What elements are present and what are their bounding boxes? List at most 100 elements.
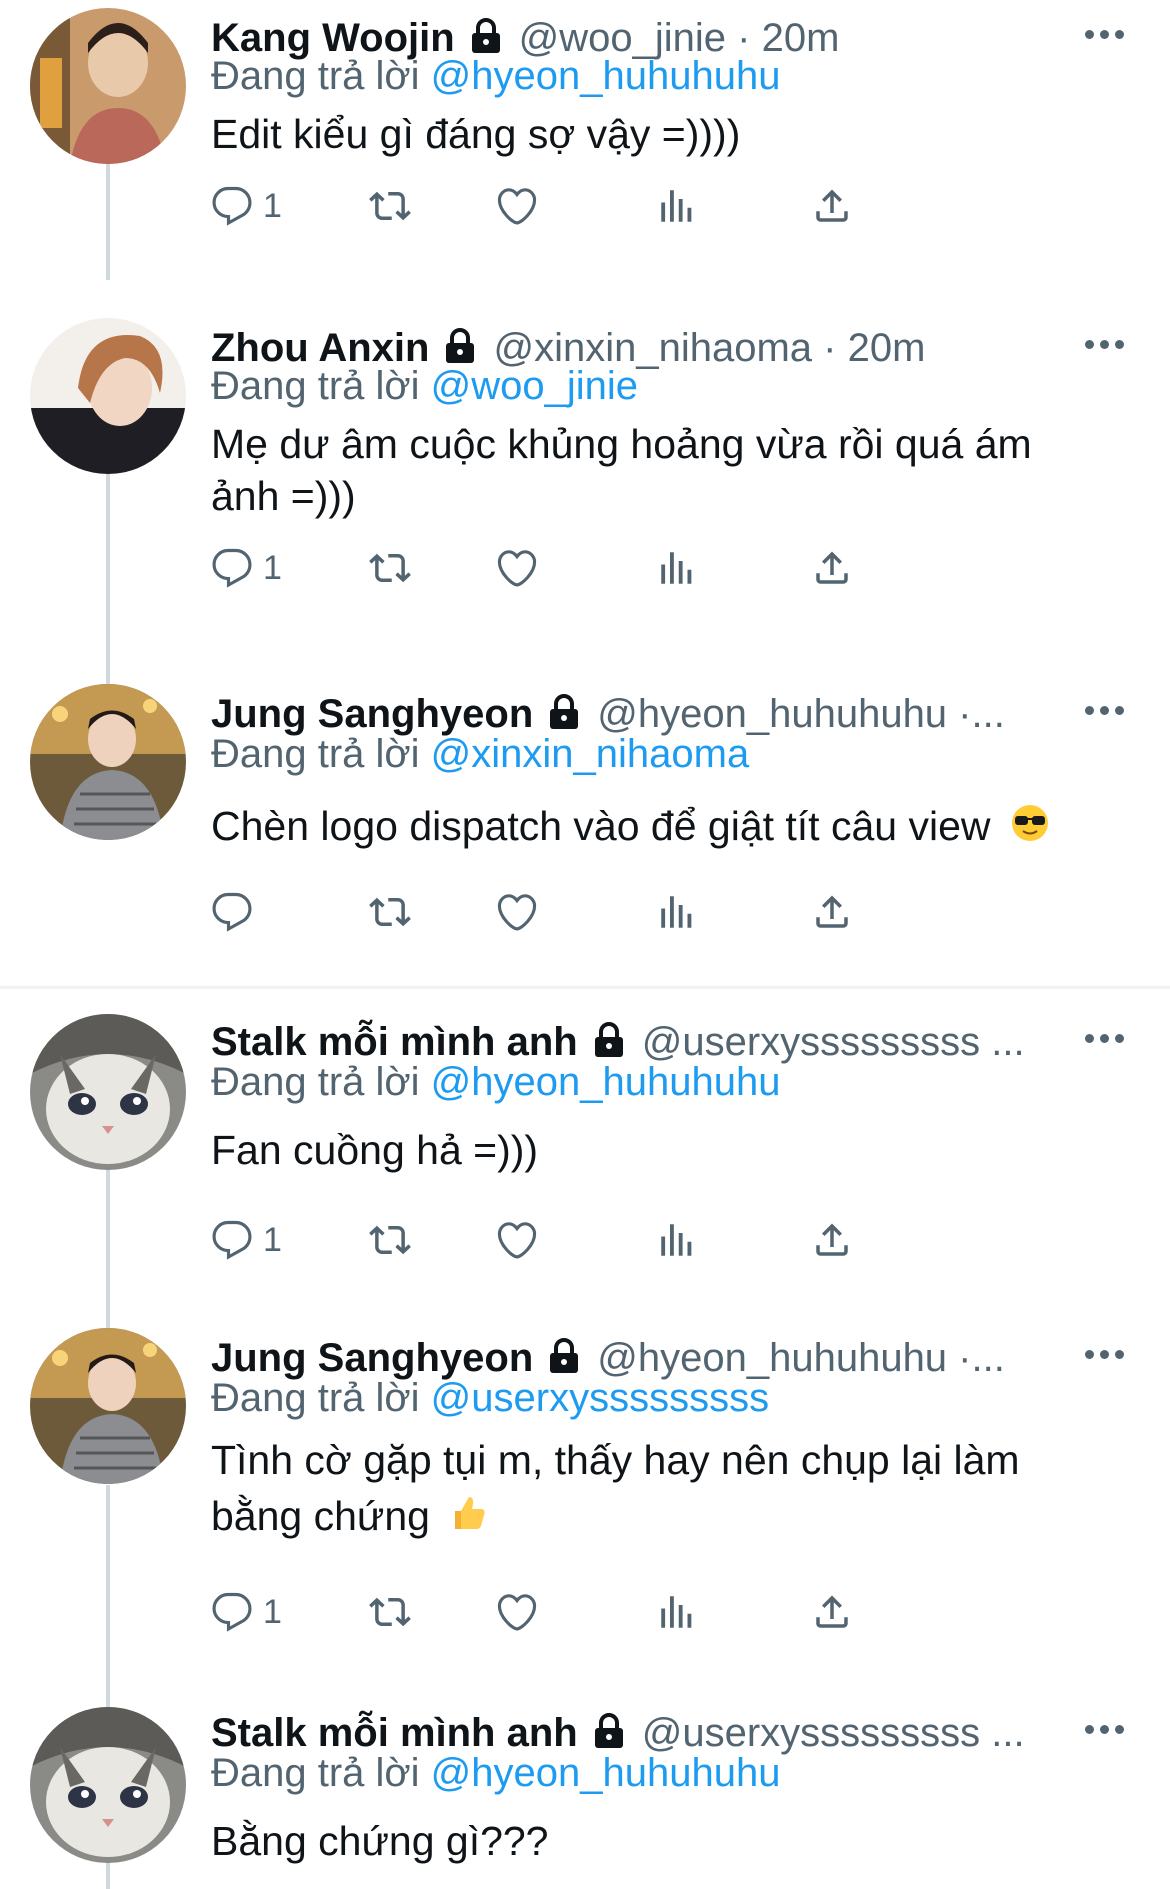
- reply-icon: [212, 186, 252, 226]
- heart-icon: [497, 188, 537, 225]
- share-icon: [816, 189, 848, 222]
- lock-icon: [590, 1711, 628, 1749]
- thread-divider: [0, 986, 1170, 989]
- tweet[interactable]: Stalk mỗi mình anh @userxysssssssss ... …: [0, 1000, 1170, 1310]
- reply-button[interactable]: 1: [211, 180, 282, 232]
- share-icon: [816, 895, 848, 928]
- replying-to: Đang trả lời @userxysssssssss: [211, 1372, 769, 1424]
- share-icon: [816, 1223, 848, 1256]
- mention-link[interactable]: @hyeon_huhuhuhu: [431, 1060, 781, 1104]
- views-button[interactable]: [656, 1586, 698, 1638]
- avatar[interactable]: [30, 1014, 186, 1170]
- views-button[interactable]: [656, 542, 698, 594]
- share-button[interactable]: [811, 886, 853, 938]
- mention-link[interactable]: @woo_jinie: [431, 364, 638, 408]
- replying-to: Đang trả lời @hyeon_huhuhuhu: [211, 1056, 780, 1108]
- share-icon: [816, 1595, 848, 1628]
- tweet-text-content: Chèn logo dispatch vào để giật tít câu v…: [211, 803, 991, 849]
- share-button[interactable]: [811, 180, 853, 232]
- reply-button[interactable]: [211, 886, 263, 938]
- share-button[interactable]: [811, 1214, 853, 1266]
- more-icon[interactable]: [1085, 1026, 1135, 1050]
- tweet-text: Bằng chứng gì???: [211, 1818, 549, 1864]
- lock-icon: [590, 1020, 628, 1058]
- retweet-icon: [369, 1597, 411, 1627]
- like-button[interactable]: [496, 1214, 538, 1266]
- views-icon: [661, 1224, 692, 1256]
- replying-to: Đang trả lời @hyeon_huhuhuhu: [211, 50, 780, 102]
- like-button[interactable]: [496, 180, 538, 232]
- reply-button[interactable]: 1: [211, 1214, 282, 1266]
- avatar[interactable]: [30, 1707, 186, 1863]
- retweet-button[interactable]: [366, 886, 414, 938]
- heart-icon: [497, 894, 537, 931]
- like-button[interactable]: [496, 542, 538, 594]
- reply-count: 1: [263, 1220, 282, 1259]
- lock-icon: [441, 326, 479, 364]
- retweet-icon: [369, 1225, 411, 1255]
- views-button[interactable]: [656, 180, 698, 232]
- retweet-button[interactable]: [366, 1214, 414, 1266]
- lock-icon: [467, 16, 505, 54]
- reply-icon: [212, 1220, 252, 1260]
- like-button[interactable]: [496, 886, 538, 938]
- share-button[interactable]: [811, 1586, 853, 1638]
- tweet-text: Mẹ dư âm cuộc khủng hoảng vừa rồi quá ám…: [211, 421, 1032, 519]
- reply-button[interactable]: 1: [211, 542, 282, 594]
- tweet[interactable]: Stalk mỗi mình anh @userxysssssssss ... …: [0, 1693, 1170, 1889]
- retweet-icon: [369, 897, 411, 927]
- share-icon: [816, 551, 848, 584]
- views-icon: [661, 190, 692, 222]
- reply-button[interactable]: 1: [211, 1586, 282, 1638]
- views-button[interactable]: [656, 886, 698, 938]
- views-icon: [661, 552, 692, 584]
- retweet-icon: [369, 553, 411, 583]
- thumbs-up-emoji-icon: [449, 1491, 489, 1547]
- views-icon: [661, 1596, 692, 1628]
- more-icon[interactable]: [1085, 698, 1135, 722]
- action-bar: 1: [211, 1586, 1071, 1638]
- avatar[interactable]: [30, 684, 186, 840]
- mention-link[interactable]: @userxysssssssss: [431, 1376, 769, 1420]
- replying-to: Đang trả lời @hyeon_huhuhuhu: [211, 1747, 780, 1799]
- like-button[interactable]: [496, 1586, 538, 1638]
- heart-icon: [497, 550, 537, 587]
- reply-count: 1: [263, 186, 282, 225]
- reply-count: 1: [263, 1592, 282, 1631]
- mention-link[interactable]: @hyeon_huhuhuhu: [431, 54, 781, 98]
- tweet[interactable]: Kang Woojin @woo_jinie · 20m Đang trả lờ…: [0, 0, 1170, 300]
- retweet-icon: [369, 191, 411, 221]
- views-button[interactable]: [656, 1214, 698, 1266]
- replying-prefix: Đang trả lời: [211, 54, 420, 98]
- mention-link[interactable]: @xinxin_nihaoma: [431, 732, 750, 776]
- replying-prefix: Đang trả lời: [211, 364, 420, 408]
- more-icon[interactable]: [1085, 1342, 1135, 1366]
- action-bar: 1: [211, 1214, 1071, 1266]
- retweet-button[interactable]: [366, 180, 414, 232]
- heart-icon: [497, 1594, 537, 1631]
- reply-icon: [212, 1592, 252, 1632]
- action-bar: 1: [211, 542, 1071, 594]
- heart-icon: [497, 1222, 537, 1259]
- tweet[interactable]: Zhou Anxin @xinxin_nihaoma · 20m Đang tr…: [0, 310, 1170, 675]
- avatar[interactable]: [30, 318, 186, 474]
- tweet[interactable]: Jung Sanghyeon @hyeon_huhuhuhu ·... Đang…: [0, 1316, 1170, 1686]
- sunglasses-emoji-icon: [1010, 803, 1050, 855]
- more-icon[interactable]: [1085, 22, 1135, 46]
- tweet[interactable]: Jung Sanghyeon @hyeon_huhuhuhu ·... Đang…: [0, 672, 1170, 982]
- replying-prefix: Đang trả lời: [211, 1060, 420, 1104]
- more-icon[interactable]: [1085, 1717, 1135, 1741]
- views-icon: [661, 896, 692, 928]
- avatar[interactable]: [30, 8, 186, 164]
- retweet-button[interactable]: [366, 1586, 414, 1638]
- mention-link[interactable]: @hyeon_huhuhuhu: [431, 1751, 781, 1795]
- retweet-button[interactable]: [366, 542, 414, 594]
- tweet-text: Tình cờ gặp tụi m, thấy hay nên chụp lại…: [211, 1432, 1071, 1547]
- tweet-text: Chèn logo dispatch vào để giật tít câu v…: [211, 800, 1161, 855]
- share-button[interactable]: [811, 542, 853, 594]
- reply-icon: [212, 892, 252, 932]
- tweet-text-content: Tình cờ gặp tụi m, thấy hay nên chụp lại…: [211, 1437, 1020, 1539]
- replying-to: Đang trả lời @xinxin_nihaoma: [211, 728, 749, 780]
- more-icon[interactable]: [1085, 332, 1135, 356]
- avatar[interactable]: [30, 1328, 186, 1484]
